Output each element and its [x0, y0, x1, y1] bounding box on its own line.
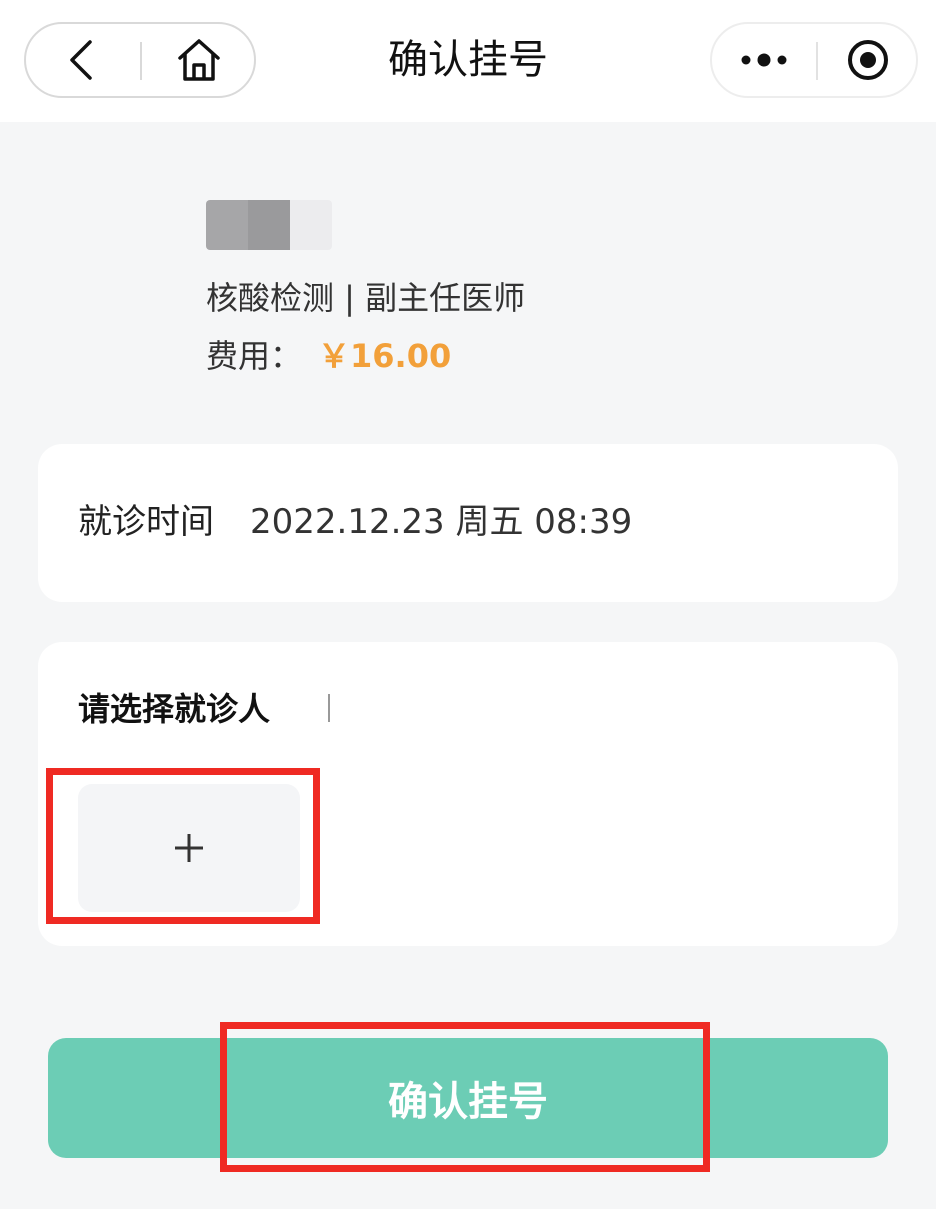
doctor-info: 核酸检测 | 副主任医师 费用： ￥16.00	[206, 200, 525, 376]
fee-label: 费用：	[206, 337, 303, 375]
fee-value: ￥16.00	[318, 337, 452, 375]
patient-select-title: 请选择就诊人	[78, 690, 271, 728]
plus-icon	[175, 834, 203, 862]
fee-row: 费用： ￥16.00	[206, 336, 525, 376]
close-miniprogram-button[interactable]	[818, 24, 918, 96]
doctor-department-title: 核酸检测 | 副主任医师	[206, 279, 526, 317]
patient-select-card: 请选择就诊人	[38, 642, 898, 946]
more-dots-icon	[741, 53, 787, 67]
patient-title-divider	[328, 694, 330, 722]
visit-time-label: 就诊时间	[78, 502, 214, 542]
more-button[interactable]	[712, 24, 816, 96]
menu-capsule	[710, 22, 918, 98]
visit-time-value: 2022.12.23 周五 08:39	[250, 502, 633, 542]
doctor-name-redacted	[206, 200, 332, 250]
confirm-registration-button[interactable]: 确认挂号	[48, 1038, 888, 1158]
visit-time-card: 就诊时间 2022.12.23 周五 08:39	[38, 444, 898, 602]
target-circle-icon	[848, 40, 888, 80]
top-navigation-bar: 确认挂号	[0, 0, 936, 122]
add-patient-button[interactable]	[78, 784, 300, 912]
